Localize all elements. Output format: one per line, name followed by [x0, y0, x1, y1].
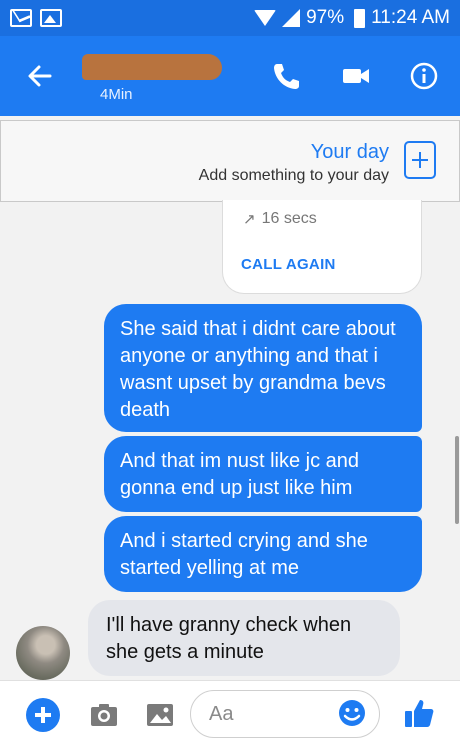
call-summary-card: ↗ 16 secs CALL AGAIN: [222, 200, 422, 294]
outgoing-message[interactable]: And i started crying and she started yel…: [104, 516, 422, 592]
scrollbar-thumb[interactable]: [455, 436, 459, 524]
call-duration: ↗ 16 secs: [243, 210, 317, 228]
image-icon: [40, 9, 62, 27]
outgoing-message[interactable]: She said that i didnt care about anyone …: [104, 304, 422, 432]
your-day-title[interactable]: Your day: [311, 141, 389, 164]
thumbs-up-icon[interactable]: [402, 697, 436, 731]
camera-icon[interactable]: [88, 699, 120, 731]
conversation-header: 4Min: [0, 36, 460, 116]
contact-avatar[interactable]: [16, 626, 70, 680]
info-icon[interactable]: [408, 60, 440, 92]
battery-percent: 97%: [306, 7, 345, 28]
mail-icon: [10, 9, 32, 27]
outgoing-message[interactable]: And that im nust like jc and gonna end u…: [104, 436, 422, 512]
status-time: 11:24 AM: [371, 7, 450, 28]
status-bar: 97% 11:24 AM: [0, 0, 460, 36]
call-again-button[interactable]: CALL AGAIN: [241, 256, 336, 273]
add-to-day-button[interactable]: [404, 141, 436, 179]
your-day-bar[interactable]: Your day Add something to your day: [0, 120, 460, 202]
message-input-placeholder: Aa: [209, 703, 234, 725]
gallery-icon[interactable]: [144, 699, 176, 731]
video-camera-icon[interactable]: [340, 60, 372, 92]
signal-icon: [282, 9, 301, 27]
redacted-contact-name: [82, 54, 222, 80]
call-duration-text: 16 secs: [261, 210, 317, 227]
plus-icon[interactable]: [26, 698, 60, 732]
your-day-subtitle: Add something to your day: [198, 167, 389, 184]
active-status: 4Min: [100, 86, 133, 103]
outgoing-call-arrow-icon: ↗: [243, 211, 256, 228]
battery-icon: [354, 8, 366, 28]
back-arrow-icon[interactable]: [26, 62, 54, 90]
message-composer: Aa: [0, 680, 460, 750]
phone-icon[interactable]: [270, 60, 302, 92]
wifi-icon: [254, 10, 277, 26]
emoji-icon[interactable]: [336, 697, 368, 729]
incoming-message[interactable]: I'll have granny check when she gets a m…: [88, 600, 400, 676]
